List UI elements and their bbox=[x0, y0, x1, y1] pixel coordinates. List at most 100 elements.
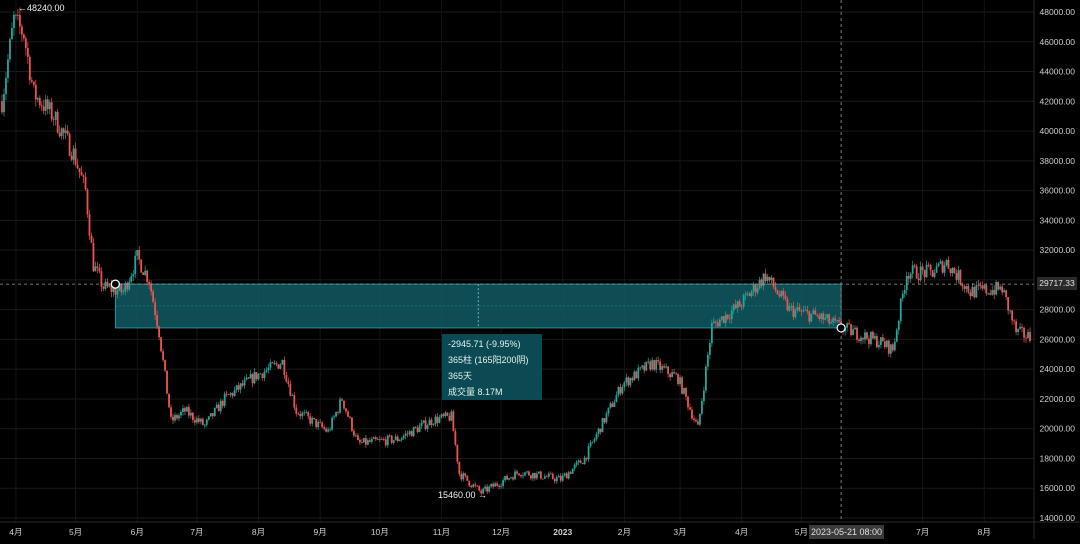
candle-body bbox=[585, 457, 588, 460]
candle-body bbox=[808, 311, 811, 322]
candle-body bbox=[961, 284, 964, 287]
chart-svg[interactable]: 48000.00 46000.00 44000.00 42000.00 40000.00… bbox=[0, 0, 1080, 539]
candle-body bbox=[601, 418, 604, 433]
y-tick-label: 40000.00 bbox=[1040, 126, 1076, 136]
measure-bars: 365柱 (165阳200阴) bbox=[448, 355, 529, 365]
candle-body bbox=[444, 412, 447, 416]
high-extreme-value: 48240.00 bbox=[27, 3, 65, 13]
candle-body bbox=[466, 475, 469, 481]
measure-start-handle bbox=[110, 279, 120, 289]
candle-body bbox=[744, 293, 747, 296]
candle-body bbox=[579, 460, 582, 464]
candle-body bbox=[400, 438, 403, 440]
candle-body bbox=[422, 420, 425, 423]
measure-volume: 成交量 8.17M bbox=[448, 387, 503, 397]
candle-body bbox=[856, 327, 858, 340]
candle-body bbox=[748, 293, 751, 297]
candle-body bbox=[663, 366, 666, 368]
candle-body bbox=[611, 403, 614, 407]
candle-body bbox=[754, 284, 757, 293]
candle-body bbox=[987, 293, 990, 295]
candle-body bbox=[382, 439, 385, 440]
candle-body bbox=[788, 306, 791, 311]
candle-body bbox=[253, 372, 256, 384]
candle-body bbox=[166, 370, 168, 394]
candle-body bbox=[868, 338, 870, 345]
candle-body bbox=[999, 286, 1002, 290]
candle-body bbox=[991, 290, 994, 295]
candle-body bbox=[9, 39, 11, 60]
candle-body bbox=[285, 374, 288, 382]
candle-body bbox=[706, 354, 709, 367]
candle-body bbox=[742, 295, 745, 307]
candle-body bbox=[13, 14, 15, 29]
candle-body bbox=[850, 324, 852, 336]
candlestick-chart[interactable]: 48000.00 46000.00 44000.00 42000.00 40000.00… bbox=[0, 0, 1080, 539]
x-tick-label: 5月 bbox=[69, 527, 82, 537]
candle-body bbox=[641, 365, 644, 368]
candle-body bbox=[436, 416, 439, 423]
candle-body bbox=[722, 316, 725, 323]
candle-body bbox=[708, 343, 711, 355]
candle-body bbox=[651, 360, 654, 370]
candle-body bbox=[189, 412, 192, 416]
candle-body bbox=[38, 97, 41, 106]
candle-body bbox=[275, 363, 278, 365]
y-tick-label: 48000.00 bbox=[1040, 7, 1076, 17]
candle-body bbox=[144, 270, 147, 275]
candle-body bbox=[524, 472, 526, 476]
candle-body bbox=[589, 442, 592, 447]
candle-body bbox=[532, 472, 534, 479]
candle-body bbox=[726, 314, 729, 319]
candle-body bbox=[402, 435, 405, 439]
candle-body bbox=[368, 440, 371, 442]
candle-body bbox=[965, 285, 968, 289]
candle-body bbox=[997, 282, 1000, 290]
candle-body bbox=[450, 411, 453, 421]
candle-body bbox=[221, 400, 224, 406]
y-tick-label: 44000.00 bbox=[1040, 67, 1076, 77]
candle-body bbox=[734, 304, 737, 308]
candle-body bbox=[820, 313, 823, 319]
candle-body bbox=[679, 377, 681, 384]
candle-body bbox=[462, 473, 465, 480]
candle-body bbox=[48, 102, 51, 110]
candle-body bbox=[724, 314, 727, 323]
candle-body bbox=[973, 287, 976, 298]
candle-body bbox=[307, 412, 310, 417]
candle-body bbox=[685, 387, 687, 397]
candle-body bbox=[885, 340, 888, 347]
candle-body bbox=[22, 34, 25, 39]
candle-body bbox=[191, 412, 194, 420]
candle-body bbox=[756, 288, 759, 293]
candle-body bbox=[265, 370, 268, 372]
candle-body bbox=[881, 337, 884, 342]
candle-body bbox=[901, 293, 904, 299]
candle-body bbox=[366, 440, 369, 445]
high-extreme-label: ←48240.00 bbox=[18, 3, 65, 13]
candle-body bbox=[957, 270, 960, 280]
candle-body bbox=[697, 421, 699, 425]
candle-body bbox=[472, 484, 475, 488]
crosshair-date-label: 2023-05-21 08:00 bbox=[809, 525, 884, 539]
candle-body bbox=[287, 381, 290, 384]
candle-body bbox=[309, 416, 312, 424]
candle-body bbox=[530, 475, 532, 479]
candle-body bbox=[569, 472, 572, 474]
candle-body bbox=[470, 485, 473, 488]
candle-body bbox=[1009, 310, 1012, 312]
candle-body bbox=[870, 331, 872, 345]
candle-body bbox=[327, 429, 330, 432]
candle-body bbox=[593, 439, 596, 442]
candle-body bbox=[768, 276, 771, 281]
candle-body bbox=[245, 377, 248, 380]
candle-body bbox=[295, 407, 298, 414]
candle-body bbox=[347, 411, 349, 417]
candle-body bbox=[138, 250, 141, 260]
candle-body bbox=[502, 480, 504, 486]
candle-body bbox=[514, 471, 516, 480]
candle-body bbox=[1029, 331, 1031, 342]
x-tick-label: 4月 bbox=[735, 527, 748, 537]
candle-body bbox=[301, 412, 304, 417]
candle-body bbox=[343, 400, 345, 409]
